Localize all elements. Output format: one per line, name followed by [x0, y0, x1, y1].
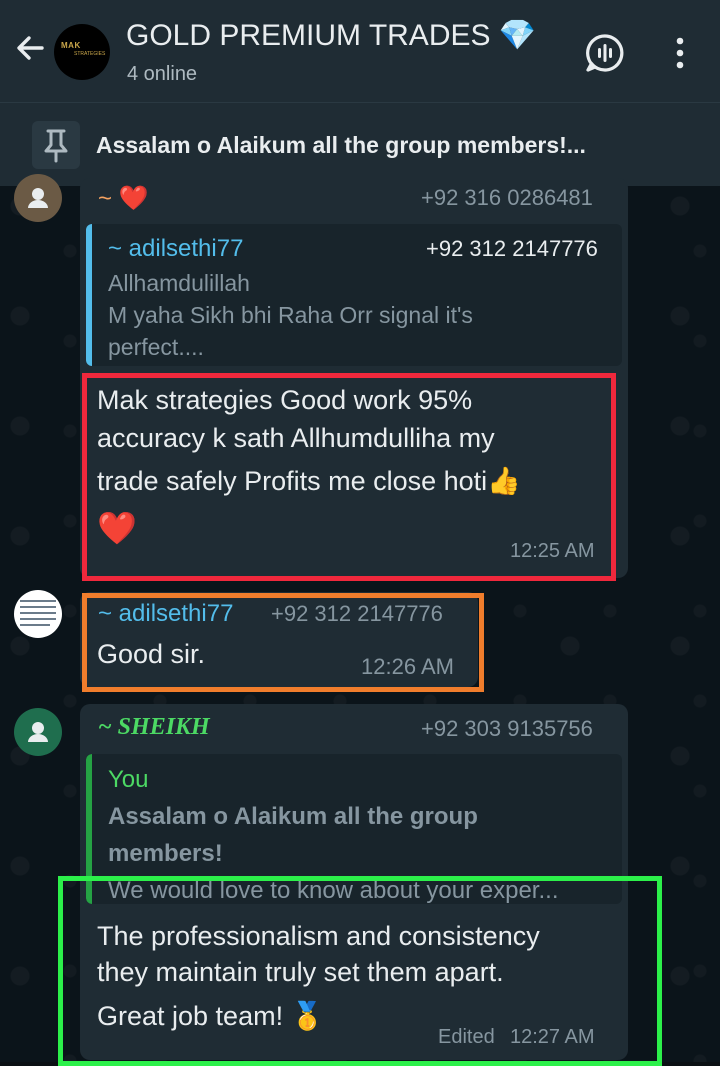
- group-avatar[interactable]: MAK STRATEGIES: [54, 24, 110, 80]
- message-line: The professionalism and consistency: [97, 921, 540, 951]
- chat-header: MAK STRATEGIES GOLD PREMIUM TRADES 💎 4 o…: [0, 0, 720, 103]
- voice-chat-icon[interactable]: [585, 33, 625, 73]
- message-time: 12:25 AM: [510, 540, 595, 562]
- online-status: 4 online: [127, 63, 198, 85]
- pin-icon: [32, 121, 80, 169]
- more-options-icon[interactable]: [668, 36, 692, 70]
- quoted-line: members!: [108, 840, 223, 867]
- edited-label: Edited: [438, 1026, 495, 1048]
- sender-name[interactable]: ~ ❤️: [98, 184, 149, 213]
- pinned-message-bar[interactable]: Assalam o Alaikum all the group members!…: [0, 103, 720, 186]
- back-arrow-icon[interactable]: [12, 30, 48, 66]
- message-time: 12:26 AM: [361, 654, 454, 679]
- sender-phone: +92 303 9135756: [421, 716, 593, 741]
- quoted-line: We would love to know about your exper..…: [108, 877, 559, 904]
- quoted-line: M yaha Sikh bhi Raha Orr signal it's: [108, 302, 473, 328]
- sender-name[interactable]: ~ adilsethi77: [98, 600, 233, 628]
- message-line: accuracy k sath Allhumdulliha my: [97, 423, 495, 453]
- quoted-author: You: [108, 766, 149, 793]
- quoted-phone: +92 312 2147776: [426, 236, 598, 261]
- group-logo-subtext: STRATEGIES: [74, 51, 106, 57]
- message-bubble[interactable]: ~ adilsethi77 +92 312 2147776 Good sir. …: [80, 592, 478, 687]
- sender-avatar[interactable]: [14, 590, 62, 638]
- sender-avatar[interactable]: [14, 174, 62, 222]
- quoted-message[interactable]: You Assalam o Alaikum all the group memb…: [86, 754, 622, 904]
- quoted-line: Allhamdulillah: [108, 270, 250, 296]
- group-title[interactable]: GOLD PREMIUM TRADES 💎: [126, 18, 536, 53]
- message-text: Good sir.: [97, 639, 206, 669]
- message-line: Great job team! 🥇: [97, 1001, 325, 1031]
- pinned-message-text: Assalam o Alaikum all the group members!…: [96, 132, 586, 158]
- quoted-author: ~ adilsethi77: [108, 235, 244, 262]
- message-line: they maintain truly set them apart.: [97, 957, 504, 987]
- message-line: trade safely Profits me close hoti👍: [97, 466, 521, 496]
- message-time: 12:27 AM: [510, 1026, 595, 1048]
- quoted-message[interactable]: ~ adilsethi77 +92 312 2147776 Allhamduli…: [86, 224, 622, 366]
- quoted-line: perfect....: [108, 334, 204, 360]
- sender-avatar[interactable]: [14, 708, 62, 756]
- message-line: Mak strategies Good work 95%: [97, 385, 473, 415]
- message-bubble[interactable]: ~ ❤️ +92 316 0286481 ~ adilsethi77 +92 3…: [80, 178, 628, 578]
- heart-emoji: ❤️: [97, 510, 137, 546]
- sender-name[interactable]: ~ SHEIKH: [98, 714, 210, 741]
- group-logo-text: MAK: [61, 41, 81, 50]
- sender-phone: +92 312 2147776: [271, 601, 443, 626]
- sender-phone: +92 316 0286481: [421, 185, 593, 210]
- message-bubble[interactable]: ~ SHEIKH +92 303 9135756 You Assalam o A…: [80, 704, 628, 1060]
- quoted-line: Assalam o Alaikum all the group: [108, 803, 478, 830]
